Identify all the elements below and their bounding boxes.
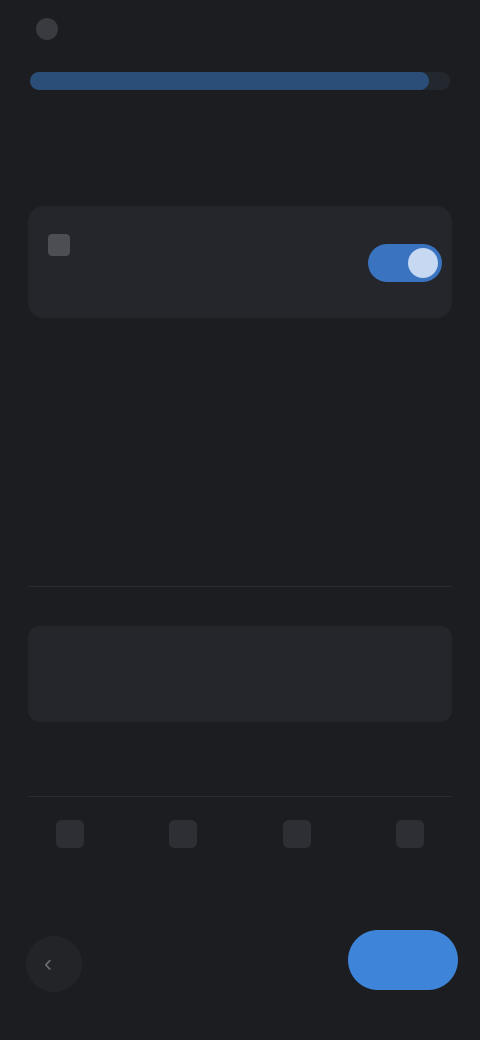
grid-item[interactable]: [133, 812, 233, 854]
grid-item[interactable]: [360, 812, 460, 854]
divider: [28, 586, 452, 587]
grid-item[interactable]: [247, 812, 347, 854]
grid-item[interactable]: [20, 812, 120, 854]
item-icon: [282, 820, 311, 848]
back-arrow-icon: ‹: [44, 950, 52, 977]
item-icon: [56, 820, 84, 848]
note-box[interactable]: [28, 626, 452, 722]
divider: [28, 796, 452, 797]
toggle-knob: [408, 248, 438, 278]
back-button[interactable]: ‹: [26, 936, 82, 992]
main-card: [28, 206, 452, 318]
progress-bar: [30, 72, 450, 90]
item-grid: [20, 812, 460, 854]
item-icon: [169, 820, 198, 848]
settings-icon: [48, 234, 70, 256]
item-icon: [395, 820, 424, 848]
main-toggle[interactable]: [368, 244, 442, 282]
status-bar: [0, 0, 480, 60]
progress-fill: [30, 72, 429, 90]
primary-button[interactable]: [348, 930, 458, 990]
app-icon: [36, 18, 58, 40]
